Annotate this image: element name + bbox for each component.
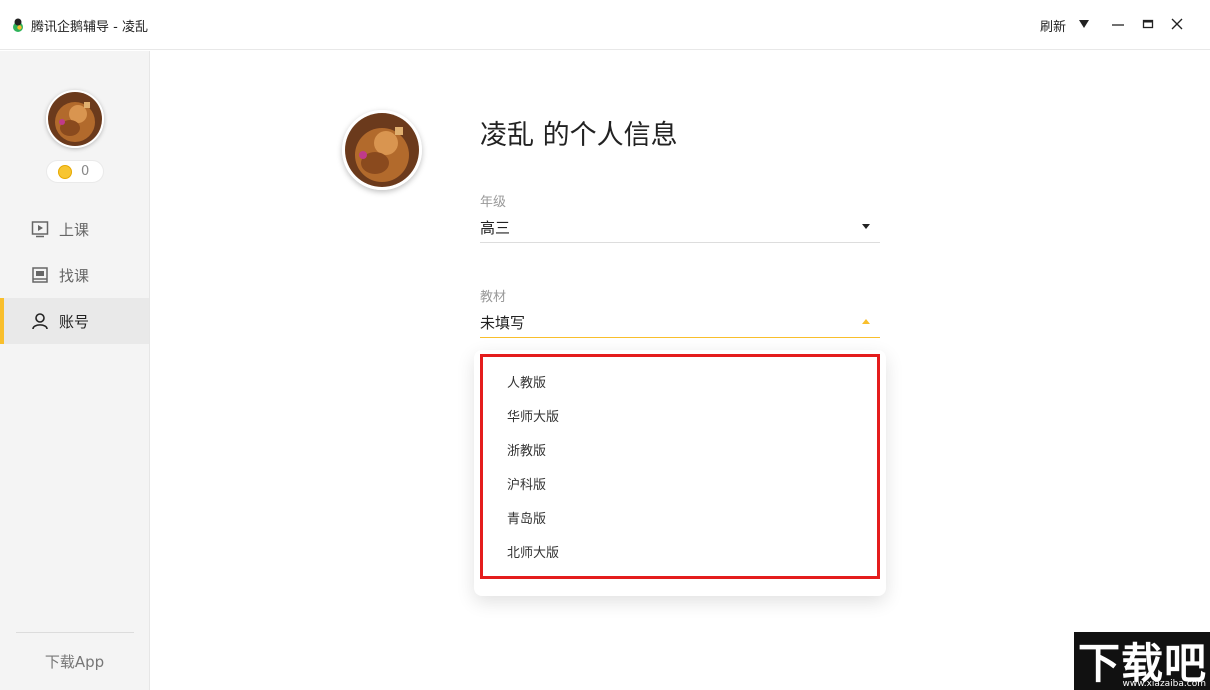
coin-icon (58, 165, 72, 179)
dropdown-option[interactable]: 华师大版 (507, 406, 559, 425)
close-icon[interactable] (1169, 16, 1185, 32)
dropdown-option[interactable]: 北师大版 (507, 542, 559, 561)
profile-avatar[interactable] (342, 110, 422, 190)
dropdown-option[interactable]: 青岛版 (507, 508, 546, 527)
sidebar-divider (16, 632, 134, 633)
sidebar-item-find-course[interactable]: 找课 (0, 252, 149, 298)
menu-dropdown-icon[interactable] (1079, 20, 1089, 28)
page-title: 凌乱 的个人信息 (480, 120, 678, 151)
sidebar-item-label: 上课 (59, 221, 90, 239)
grade-select[interactable]: 高三 (480, 213, 880, 243)
dropdown-option[interactable]: 浙教版 (507, 440, 546, 459)
download-app-link[interactable]: 下载App (0, 651, 149, 672)
textbook-select[interactable]: 未填写 (480, 308, 880, 338)
sidebar-item-account[interactable]: 账号 (0, 298, 149, 344)
caret-up-icon (862, 319, 870, 324)
maximize-icon[interactable] (1140, 16, 1156, 32)
watermark: 下载吧 www.xiazaiba.com (1074, 632, 1210, 690)
coin-count: 0 (81, 164, 90, 179)
textbook-value: 未填写 (480, 314, 526, 332)
coin-balance[interactable]: 0 (46, 160, 104, 183)
avatar[interactable] (46, 90, 104, 148)
caret-down-icon (862, 224, 870, 229)
sidebar-item-class[interactable]: 上课 (0, 206, 149, 252)
sidebar-item-label: 找课 (59, 267, 90, 285)
avatar-image (345, 113, 419, 187)
sidebar-item-label: 账号 (59, 313, 90, 331)
refresh-button[interactable]: 刷新 (1040, 16, 1066, 35)
avatar-image (48, 92, 102, 146)
user-icon (32, 313, 48, 330)
textbook-label: 教材 (480, 290, 507, 305)
dropdown-option[interactable]: 沪科版 (507, 474, 546, 493)
grade-value: 高三 (480, 219, 511, 237)
grade-label: 年级 (480, 195, 507, 210)
play-screen-icon (31, 221, 49, 238)
dropdown-option[interactable]: 人教版 (507, 372, 546, 391)
sidebar: 0 上课 找课 账号 下载App (0, 51, 150, 690)
minimize-icon[interactable] (1110, 16, 1126, 32)
app-logo-icon (13, 18, 23, 32)
window-title: 腾讯企鹅辅导 - 凌乱 (31, 20, 148, 35)
watermark-url: www.xiazaiba.com (1122, 679, 1206, 689)
title-bar: 腾讯企鹅辅导 - 凌乱 刷新 (0, 0, 1210, 50)
book-icon (32, 267, 48, 283)
